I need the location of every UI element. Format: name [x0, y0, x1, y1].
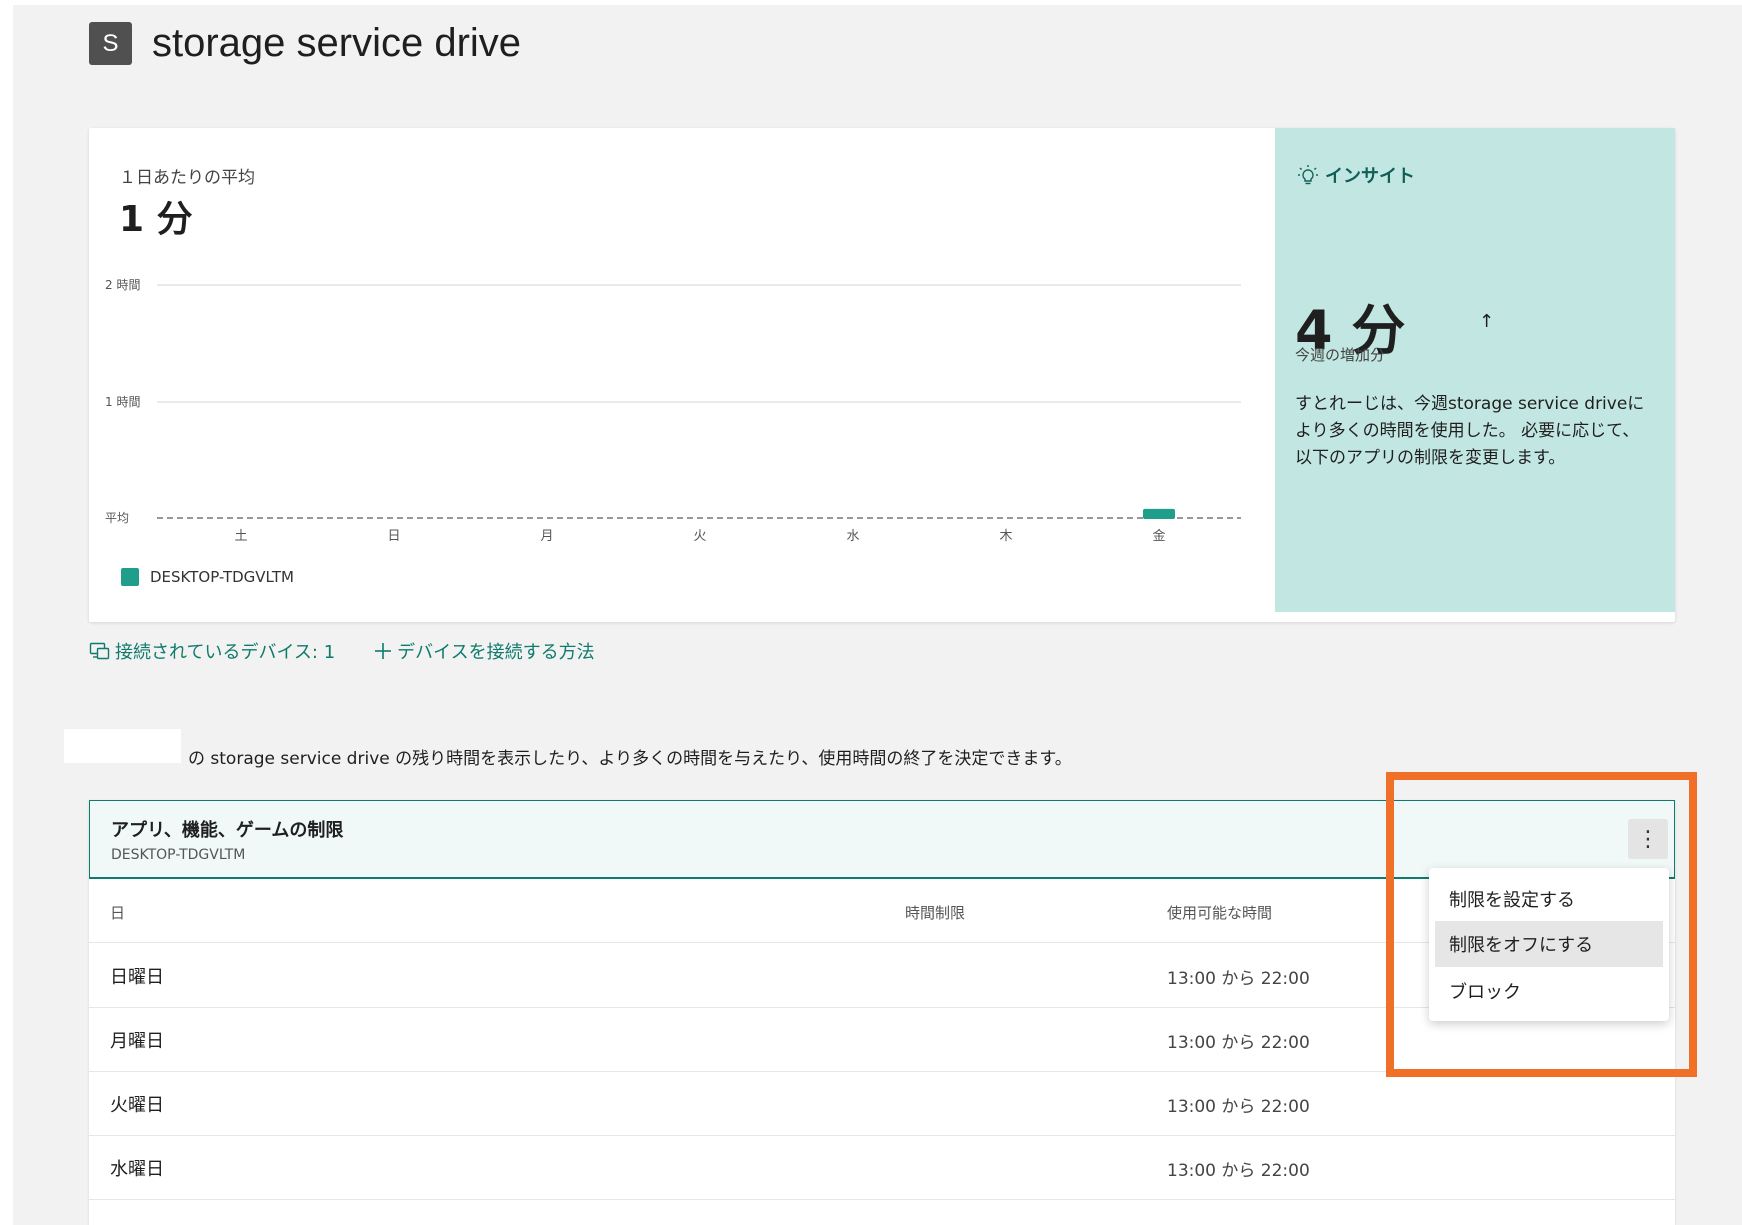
x-tick-label-5: 木 [999, 529, 1012, 544]
insight-text: すとれーじは、今週storage service driveにより多くの時間を使… [1295, 394, 1645, 468]
row-day: 水曜日 [110, 1159, 164, 1180]
redacted-name [64, 729, 181, 763]
chart-legend: DESKTOP-TDGVLTM [121, 568, 294, 586]
chart-area: １日あたりの平均 1 分 2 時間 1 時間 平均土日月火水木金 DESKTOP-T… [89, 128, 1275, 622]
x-tick-label-1: 日 [387, 529, 400, 544]
x-tick-label-3: 火 [693, 529, 706, 544]
usage-bar-chart: 2 時間 1 時間平均土 日 月 火 水 木 金 [105, 278, 1241, 544]
more-vertical-icon: ⋮ [1637, 826, 1659, 852]
app-limits-title: アプリ、機能、ゲームの制限 [111, 820, 344, 841]
menu-item-set-limit[interactable]: 制限を設定する [1435, 876, 1663, 922]
menu-item-turn-off-limit[interactable]: 制限をオフにする [1435, 921, 1663, 967]
page-title: storage service drive [152, 21, 522, 65]
legend-swatch [121, 568, 139, 586]
row-available: 13:00 から 22:00 [1167, 1097, 1310, 1117]
y-tick-label-0: 2 時間 [105, 278, 140, 292]
how-to-connect-label: デバイスを接続する方法 [397, 642, 595, 663]
insight-heading: インサイト [1297, 162, 1415, 188]
column-header-limit: 時間制限 [905, 904, 966, 922]
x-tick-label-0: 土 [234, 529, 247, 544]
legend-label: DESKTOP-TDGVLTM [150, 568, 294, 586]
row-available: 13:00 から 22:00 [1167, 1161, 1310, 1181]
app-limits-device: DESKTOP-TDGVLTM [111, 847, 246, 863]
table-row[interactable]: 水曜日 13:00 から 22:00 [89, 1135, 1675, 1200]
row-day: 月曜日 [110, 1031, 164, 1052]
connected-devices-label: 接続されているデバイス: 1 [115, 642, 336, 663]
options-menu: 制限を設定する 制限をオフにする ブロック [1429, 868, 1669, 1021]
arrow-up-icon: ↑ [1479, 311, 1495, 332]
y-tick-label-1: 1 時間 [105, 395, 140, 409]
row-available: 13:00 から 22:00 [1167, 1033, 1310, 1053]
insight-panel: インサイト 4 分 ↑ 今週の増加分 すとれーじは、今週storage serv… [1275, 128, 1675, 612]
menu-item-block[interactable]: ブロック [1435, 968, 1663, 1014]
device-links-row: 接続されているデバイス: 1 デバイスを接続する方法 [89, 638, 595, 664]
table-row[interactable]: 火曜日 13:00 から 22:00 [89, 1071, 1675, 1136]
row-day: 火曜日 [110, 1095, 164, 1116]
more-options-button[interactable]: ⋮ [1628, 819, 1668, 859]
insight-subtitle: 今週の増加分 [1295, 346, 1386, 364]
connected-devices-link[interactable]: 接続されているデバイス: 1 [89, 638, 335, 664]
x-tick-label-4: 水 [846, 529, 859, 544]
app-header: S storage service drive [89, 21, 521, 66]
insight-heading-label: インサイト [1325, 166, 1415, 187]
y-tick-label-2: 平均 [105, 511, 129, 525]
column-header-available: 使用可能な時間 [1167, 904, 1273, 922]
x-tick-label-6: 金 [1152, 528, 1165, 544]
plus-icon [375, 643, 392, 659]
app-icon: S [89, 22, 132, 65]
x-tick-label-2: 月 [540, 529, 553, 544]
limits-description: の storage service drive の残り時間を表示したり、より多く… [188, 749, 1072, 769]
column-header-day: 日 [110, 904, 126, 922]
bar-6[interactable] [1143, 508, 1175, 519]
devices-icon [89, 642, 110, 660]
usage-chart-card: １日あたりの平均 1 分 2 時間 1 時間 平均土日月火水木金 DESKTOP-T… [89, 128, 1675, 622]
how-to-connect-link[interactable]: デバイスを接続する方法 [373, 638, 595, 664]
lightbulb-icon [1298, 165, 1318, 185]
row-day: 日曜日 [110, 967, 164, 988]
row-available: 13:00 から 22:00 [1167, 969, 1310, 989]
